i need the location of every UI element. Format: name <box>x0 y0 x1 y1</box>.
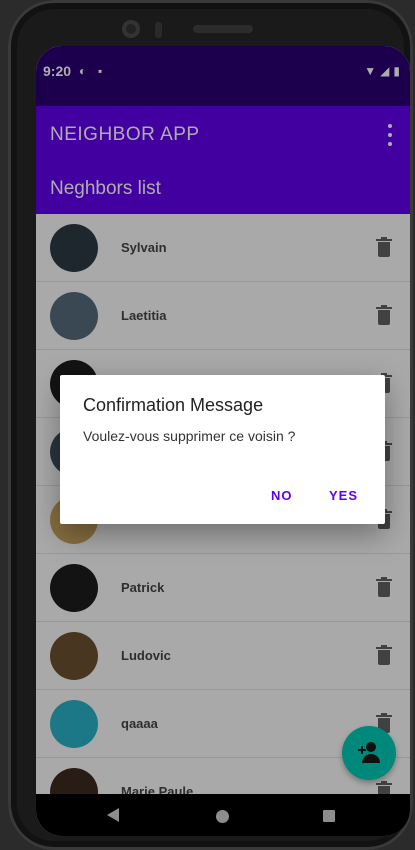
proximity-sensor <box>155 22 162 38</box>
front-camera <box>122 20 140 38</box>
dialog-title: Confirmation Message <box>83 395 264 415</box>
phone-frame: 9:20 ◐ ▪ ▼ ◢ ▮ NEIGHBOR APP Neghbors lis… <box>8 0 413 850</box>
screen: 9:20 ◐ ▪ ▼ ◢ ▮ NEIGHBOR APP Neghbors lis… <box>36 46 410 836</box>
dialog-message: Voulez-vous supprimer ce voisin ? <box>83 428 296 444</box>
earpiece-speaker <box>193 25 253 33</box>
add-neighbor-button[interactable] <box>342 726 396 780</box>
confirmation-dialog: Confirmation Message Voulez-vous supprim… <box>60 375 385 524</box>
no-button[interactable]: NO <box>271 488 293 503</box>
yes-button[interactable]: YES <box>329 488 358 503</box>
person-add-icon <box>358 742 382 764</box>
